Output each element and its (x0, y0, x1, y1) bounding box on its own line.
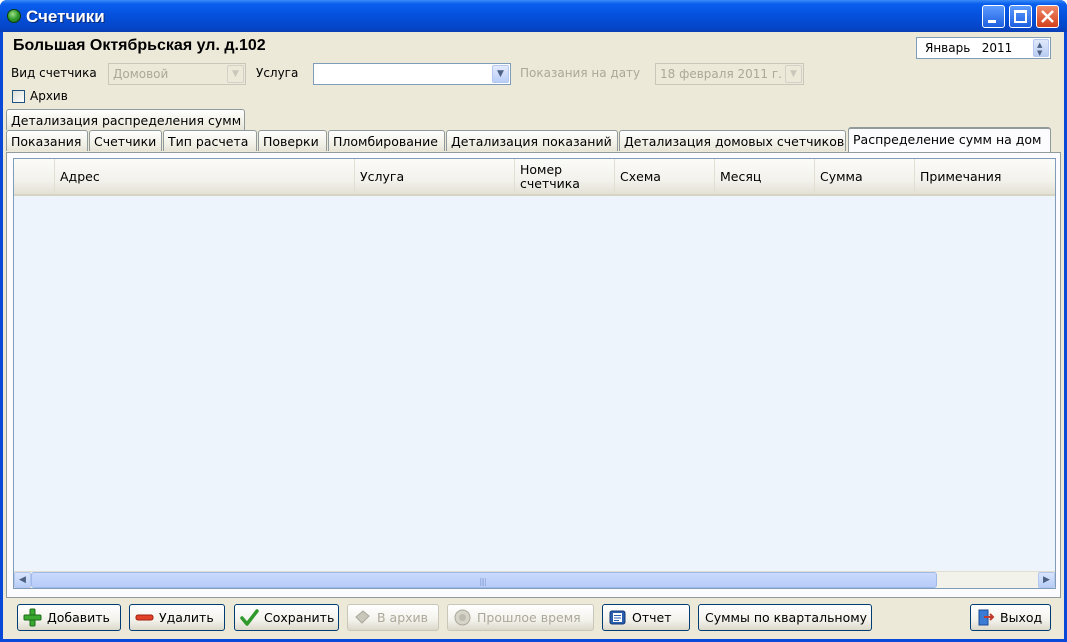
minus-icon (135, 614, 154, 621)
window-client: Большая Октябрьская ул. д.102 Январь 201… (3, 32, 1064, 639)
year-value: 2011 (981, 41, 1013, 55)
past-time-button: Прошлое время (447, 604, 594, 631)
scroll-right-icon[interactable]: ▶ (1038, 572, 1055, 588)
col-notes[interactable]: Примечания (914, 159, 1055, 194)
month-value: Январь (925, 41, 971, 55)
exit-button-label: Выход (1000, 610, 1043, 625)
maximize-icon (1014, 10, 1027, 23)
save-button-label: Сохранить (264, 610, 335, 625)
clock-icon (454, 609, 471, 626)
col-scheme[interactable]: Схема (614, 159, 714, 194)
row-header-corner (14, 159, 54, 194)
grip-icon: |||| (479, 577, 487, 586)
report-icon (609, 610, 626, 625)
minimize-icon (988, 20, 996, 23)
archive-button: В архив (347, 604, 439, 631)
col-meter-number[interactable]: Номер счетчика (514, 159, 614, 194)
close-button[interactable] (1036, 5, 1059, 28)
report-button-label: Отчет (632, 610, 672, 625)
col-address[interactable]: Адрес (54, 159, 354, 194)
title-bar[interactable]: Счетчики (0, 0, 1067, 32)
close-icon (1041, 10, 1054, 23)
month-spinner[interactable]: ▲ ▼ (1033, 39, 1049, 57)
tab-readings[interactable]: Показания (6, 130, 88, 151)
quarterly-sums-button[interactable]: Суммы по квартальному (698, 604, 872, 631)
delete-button-label: Удалить (159, 610, 214, 625)
exit-door-icon (978, 609, 995, 626)
col-service[interactable]: Услуга (354, 159, 514, 194)
chevron-down-icon: ▼ (785, 65, 802, 83)
meter-type-select: Домовой ▼ (108, 63, 246, 85)
main-window: Счетчики Большая Октябрьская ул. д.102 Я… (0, 0, 1067, 642)
window-title: Счетчики (26, 7, 105, 26)
save-button[interactable]: Сохранить (234, 604, 339, 631)
grid-header: Адрес Услуга Номер счетчика Схема Месяц … (14, 159, 1055, 196)
checkmark-icon (240, 609, 259, 626)
tab-sealing[interactable]: Пломбирование (328, 130, 445, 151)
tab-house-distribution[interactable]: Распределение сумм на дом (848, 127, 1051, 152)
archive-checkbox[interactable] (12, 90, 25, 103)
data-grid[interactable]: Адрес Услуга Номер счетчика Схема Месяц … (13, 158, 1056, 589)
service-select[interactable]: ▼ (313, 63, 511, 85)
past-time-button-label: Прошлое время (477, 610, 581, 625)
tab-detail-distribution[interactable]: Детализация распределения сумм (6, 109, 245, 130)
tab-calc-type[interactable]: Тип расчета (163, 130, 257, 151)
spin-up-icon: ▲ (1037, 41, 1043, 49)
tab-panel: Адрес Услуга Номер счетчика Схема Месяц … (6, 152, 1061, 598)
archive-icon (355, 610, 370, 624)
add-button-label: Добавить (47, 610, 110, 625)
month-picker[interactable]: Январь 2011 ▲ ▼ (916, 37, 1051, 59)
col-month[interactable]: Месяц (714, 159, 814, 194)
spin-down-icon: ▼ (1037, 49, 1043, 57)
add-button[interactable]: Добавить (17, 604, 121, 631)
tab-house-meter-details[interactable]: Детализация домовых счетчиков (619, 130, 846, 151)
tab-verifications[interactable]: Поверки (258, 130, 327, 151)
archive-label: Архив (30, 89, 68, 103)
date-picker: 18 февраля 2011 г. ▼ (655, 63, 804, 85)
meter-type-value: Домовой (113, 67, 169, 81)
minimize-button[interactable] (982, 5, 1005, 28)
horizontal-scrollbar[interactable]: ◀ |||| ▶ (14, 571, 1055, 588)
tab-reading-details[interactable]: Детализация показаний (446, 130, 618, 151)
scrollbar-thumb[interactable]: |||| (31, 572, 937, 588)
address-title: Большая Октябрьская ул. д.102 (13, 37, 266, 54)
tab-meters[interactable]: Счетчики (89, 130, 162, 151)
col-sum[interactable]: Сумма (814, 159, 914, 194)
exit-button[interactable]: Выход (970, 604, 1051, 631)
report-button[interactable]: Отчет (602, 604, 690, 631)
chevron-down-icon[interactable]: ▼ (492, 65, 509, 83)
date-label: Показания на дату (520, 66, 641, 80)
service-label: Услуга (256, 66, 299, 80)
maximize-button[interactable] (1009, 5, 1032, 28)
scroll-left-icon[interactable]: ◀ (14, 572, 31, 588)
quarterly-sums-button-label: Суммы по квартальному (705, 610, 868, 625)
meter-type-label: Вид счетчика (11, 66, 97, 80)
delete-button[interactable]: Удалить (129, 604, 225, 631)
chevron-down-icon: ▼ (227, 65, 244, 83)
plus-icon (23, 608, 42, 627)
archive-button-label: В архив (377, 610, 429, 625)
date-value: 18 февраля 2011 г. (660, 67, 782, 81)
app-globe-icon (7, 9, 21, 23)
